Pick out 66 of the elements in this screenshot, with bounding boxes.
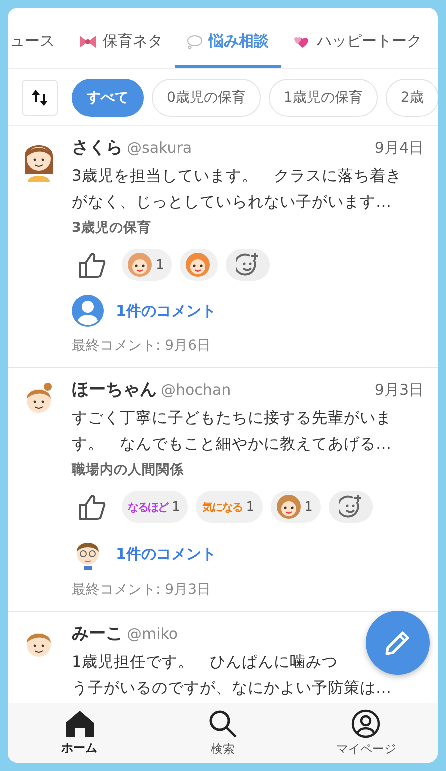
nav-item[interactable]: ホーム	[30, 710, 130, 756]
nav-item[interactable]: 検索	[172, 708, 273, 758]
nav-label: ホーム	[62, 740, 98, 756]
reaction-chip[interactable]: なるほど 1	[122, 491, 188, 523]
home-icon	[64, 710, 95, 738]
add-reaction-button[interactable]	[328, 491, 373, 523]
tab-label: 悩み相談	[209, 32, 269, 51]
nav-label: 検索	[210, 740, 235, 758]
category-tab[interactable]: ハッピートーク	[281, 32, 434, 68]
post-category: 3歳児の保育	[72, 219, 152, 237]
post-text: がなく、じっとしていられない子がいます…	[72, 192, 392, 213]
post-category: 職場内の人間関係	[72, 461, 185, 479]
comments-link[interactable]: 1件のコメント	[116, 544, 216, 564]
filter-chip[interactable]: 2歳	[386, 79, 438, 117]
category-tab[interactable]: 保育ネタ	[67, 32, 175, 68]
post-text: う子がいるのですが、なにかよい予防策は…	[72, 678, 392, 699]
post-text: すごく丁寧に子どもたちに接する先輩がいま	[72, 408, 392, 429]
nav-label: マイページ	[336, 740, 396, 758]
profile-icon	[351, 708, 382, 738]
post-card[interactable]: ほーちゃん @hochan 9月3日 すごく丁寧に子どもたちに接する先輩がいま す。 なんでもこと細やかに教えてあげる… 職場内の人間関係 なるほど 1 気になる 1 1 1件のコメント 最終コメント: 9月3日	[8, 368, 438, 612]
add-reaction-button[interactable]	[226, 249, 270, 281]
tab-label: ュース	[10, 32, 55, 51]
user-avatar-icon	[72, 295, 104, 327]
reaction-chip[interactable]: 1	[270, 491, 321, 523]
category-tab[interactable]: ュース	[8, 32, 67, 68]
smiley-plus-icon	[338, 495, 363, 519]
post-date: 9月3日	[374, 381, 424, 400]
search-icon	[208, 708, 238, 738]
sticker-text: 気になる	[202, 500, 242, 514]
user-handle: @miko	[127, 625, 180, 643]
user-name: みーこ	[72, 623, 123, 645]
user-name: さくら	[72, 137, 123, 159]
filter-chip[interactable]: 0歳児の保育	[152, 79, 261, 117]
filter-chip[interactable]: 1歳児の保育	[268, 79, 378, 117]
filter-chip[interactable]: すべて	[72, 79, 144, 117]
reaction-chip[interactable]: 1	[122, 249, 172, 281]
reaction-count: 1	[246, 500, 255, 514]
thought-bubble-icon	[187, 34, 203, 48]
sort-icon	[31, 88, 49, 108]
nav-item[interactable]: マイページ	[316, 708, 416, 758]
comments-link[interactable]: 1件のコメント	[116, 302, 216, 320]
post-text: す。 なんでもこと細やかに教えてあげる…	[72, 434, 392, 455]
tab-label: 保育ネタ	[103, 32, 163, 51]
post-text: 3歳児を担当しています。 クラスに落ち着き	[72, 166, 402, 187]
sort-button[interactable]	[22, 80, 58, 116]
ribbon-icon	[79, 34, 97, 48]
thumbs-up-icon	[78, 494, 106, 520]
hearts-icon	[293, 34, 311, 48]
smiley-plus-icon	[236, 253, 260, 277]
user-handle: @hochan	[161, 381, 232, 399]
sticker-text: なるほど	[128, 500, 168, 514]
reaction-count: 1	[156, 258, 164, 272]
reaction-count: 1	[172, 500, 180, 514]
compose-button[interactable]	[366, 611, 430, 675]
user-handle: @sakura	[127, 139, 194, 157]
last-comment-date: 最終コメント: 9月3日	[72, 581, 212, 599]
post-date: 9月4日	[374, 139, 424, 158]
tab-label: ハッピートーク	[317, 32, 422, 51]
reaction-chip[interactable]: 気になる 1	[196, 491, 263, 523]
category-tab[interactable]: 悩み相談	[175, 32, 281, 68]
reaction-count: 1	[304, 500, 313, 514]
post-text: 1歳児担任です。 ひんぱんに噛みつ	[72, 652, 338, 673]
post-card[interactable]: さくら @sakura 9月4日 3歳児を担当しています。 クラスに落ち着き がなく、じっとしていられない子がいます… 3歳児の保育 1 1件のコメント 最終コメント: 9月6日	[8, 126, 438, 368]
user-name: ほーちゃん	[72, 379, 157, 401]
last-comment-date: 最終コメント: 9月6日	[72, 337, 212, 355]
thumbs-up-icon	[78, 252, 106, 278]
